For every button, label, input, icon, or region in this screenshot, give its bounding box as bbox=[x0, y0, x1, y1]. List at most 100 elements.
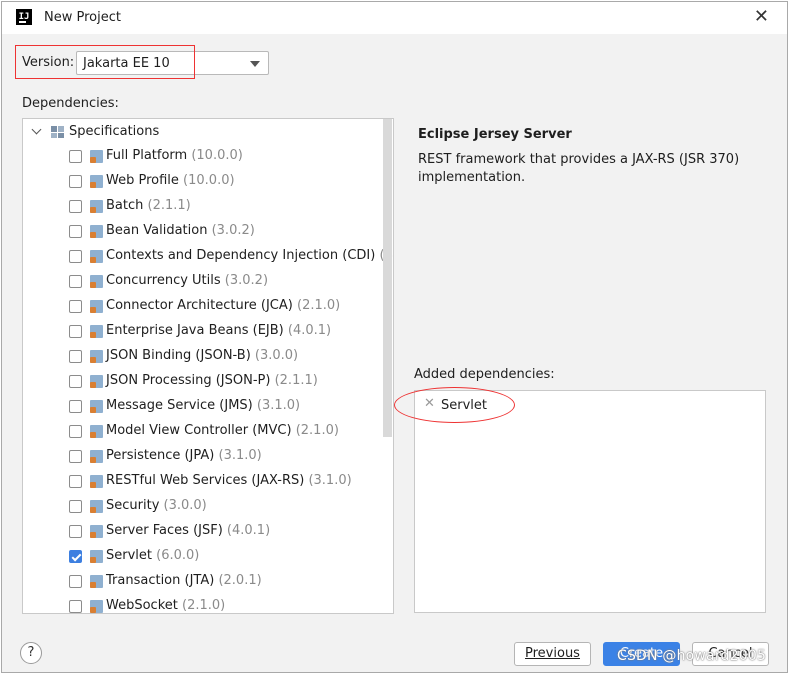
dependency-row[interactable]: Enterprise Java Beans (EJB) (4.0.1) bbox=[23, 322, 393, 344]
dependency-name: JSON Processing (JSON-P) bbox=[106, 373, 271, 388]
dependency-row[interactable]: RESTful Web Services (JAX-RS) (3.1.0) bbox=[23, 472, 393, 494]
dependency-version: (2.1.0) bbox=[295, 423, 339, 438]
dependency-name: Concurrency Utils bbox=[106, 273, 221, 288]
dependency-version: (3.0.2) bbox=[211, 223, 255, 238]
dependency-checkbox[interactable] bbox=[69, 300, 82, 313]
close-icon[interactable]: ✕ bbox=[754, 6, 769, 28]
dependency-name: Security bbox=[106, 498, 160, 513]
dependency-version: (2.1.1) bbox=[274, 373, 318, 388]
dependency-row[interactable]: Security (3.0.0) bbox=[23, 497, 393, 519]
chevron-down-icon[interactable] bbox=[31, 124, 42, 135]
chevron-down-icon bbox=[250, 61, 260, 67]
dependency-row[interactable]: Web Profile (10.0.0) bbox=[23, 172, 393, 194]
dependency-label: RESTful Web Services (JAX-RS) (3.1.0) bbox=[106, 473, 352, 488]
dependency-checkbox[interactable] bbox=[69, 225, 82, 238]
library-icon bbox=[90, 225, 103, 238]
dependency-label: Batch (2.1.1) bbox=[106, 198, 191, 213]
dependency-name: Transaction (JTA) bbox=[106, 573, 215, 588]
library-icon bbox=[90, 400, 103, 413]
dependency-name: JSON Binding (JSON-B) bbox=[106, 348, 251, 363]
dependency-row[interactable]: Transaction (JTA) (2.0.1) bbox=[23, 572, 393, 594]
dependency-name: Model View Controller (MVC) bbox=[106, 423, 292, 438]
dependency-checkbox[interactable] bbox=[69, 475, 82, 488]
dependency-version: (4.0.1) bbox=[287, 323, 332, 338]
dependency-row[interactable]: Contexts and Dependency Injection (CDI) … bbox=[23, 247, 393, 269]
detail-description: REST framework that provides a JAX-RS (J… bbox=[418, 152, 740, 185]
tree-node-label: Specifications bbox=[69, 124, 160, 139]
dependency-version: (10.0.0) bbox=[183, 173, 235, 188]
dependency-version: (2.1.0) bbox=[182, 598, 226, 613]
dependency-checkbox[interactable] bbox=[69, 500, 82, 513]
title-bar: IJ New Project ✕ bbox=[2, 2, 787, 34]
dependency-row[interactable]: Server Faces (JSF) (4.0.1) bbox=[23, 522, 393, 544]
dependencies-tree[interactable]: Specifications Full Platform (10.0.0) Web… bbox=[22, 118, 394, 614]
dependency-row[interactable]: Persistence (JPA) (3.1.0) bbox=[23, 447, 393, 469]
dependency-label: Connector Architecture (JCA) (2.1.0) bbox=[106, 298, 340, 313]
dependency-row[interactable]: Servlet (6.0.0) bbox=[23, 547, 393, 569]
dependency-row[interactable]: WebSocket (2.1.0) bbox=[23, 597, 393, 613]
dependency-checkbox[interactable] bbox=[69, 275, 82, 288]
dependency-name: Bean Validation bbox=[106, 223, 208, 238]
library-icon bbox=[90, 550, 103, 563]
dependency-version: (6.0.0) bbox=[156, 548, 200, 563]
tree-node-specifications[interactable]: Specifications bbox=[23, 122, 383, 144]
dependency-label: Message Service (JMS) (3.1.0) bbox=[106, 398, 300, 413]
tree-scrollbar[interactable] bbox=[383, 119, 392, 437]
dependency-row[interactable]: Model View Controller (MVC) (2.1.0) bbox=[23, 422, 393, 444]
dependency-checkbox[interactable] bbox=[69, 575, 82, 588]
dependency-checkbox[interactable] bbox=[69, 350, 82, 363]
dependency-checkbox[interactable] bbox=[69, 250, 82, 263]
dependency-row[interactable]: JSON Binding (JSON-B) (3.0.0) bbox=[23, 347, 393, 369]
dependency-name: Batch bbox=[106, 198, 144, 213]
window-title: New Project bbox=[44, 10, 121, 25]
library-icon bbox=[90, 525, 103, 538]
dependency-checkbox[interactable] bbox=[69, 325, 82, 338]
dependency-checkbox[interactable] bbox=[69, 200, 82, 213]
library-icon bbox=[90, 425, 103, 438]
library-icon bbox=[90, 250, 103, 263]
dependency-checkbox[interactable] bbox=[69, 175, 82, 188]
watermark: CSDN @howard2005 bbox=[617, 648, 767, 664]
library-icon bbox=[90, 450, 103, 463]
dependency-name: RESTful Web Services (JAX-RS) bbox=[106, 473, 305, 488]
library-icon bbox=[90, 350, 103, 363]
dependency-label: Bean Validation (3.0.2) bbox=[106, 223, 255, 238]
dependency-row[interactable]: JSON Processing (JSON-P) (2.1.1) bbox=[23, 372, 393, 394]
dependency-row[interactable]: Connector Architecture (JCA) (2.1.0) bbox=[23, 297, 393, 319]
library-icon bbox=[90, 500, 103, 513]
dependency-checkbox[interactable] bbox=[69, 425, 82, 438]
dependency-row[interactable]: Bean Validation (3.0.2) bbox=[23, 222, 393, 244]
dependency-name: Server Faces (JSF) bbox=[106, 523, 223, 538]
dependency-checkbox[interactable] bbox=[69, 375, 82, 388]
dependency-label: Transaction (JTA) (2.0.1) bbox=[106, 573, 262, 588]
dependency-name: Servlet bbox=[106, 548, 152, 563]
dependency-row[interactable]: Concurrency Utils (3.0.2) bbox=[23, 272, 393, 294]
dependency-name: Web Profile bbox=[106, 173, 179, 188]
library-icon bbox=[90, 600, 103, 613]
dependency-version: (3.0.0) bbox=[163, 498, 207, 513]
dependency-checkbox[interactable] bbox=[69, 525, 82, 538]
help-button[interactable]: ? bbox=[20, 642, 42, 664]
dependency-row[interactable]: Full Platform (10.0.0) bbox=[23, 147, 393, 169]
dependency-label: Server Faces (JSF) (4.0.1) bbox=[106, 523, 270, 538]
dependency-checkbox[interactable] bbox=[69, 400, 82, 413]
dependencies-label: Dependencies: bbox=[22, 96, 119, 111]
library-icon bbox=[90, 275, 103, 288]
dependency-label: JSON Processing (JSON-P) (2.1.1) bbox=[106, 373, 318, 388]
folder-icon bbox=[51, 126, 65, 138]
dependency-row[interactable]: Batch (2.1.1) bbox=[23, 197, 393, 219]
dependency-checkbox[interactable] bbox=[69, 600, 82, 613]
previous-button[interactable]: Previous bbox=[514, 642, 591, 666]
library-icon bbox=[90, 325, 103, 338]
dependency-label: Web Profile (10.0.0) bbox=[106, 173, 235, 188]
dependency-checkbox[interactable] bbox=[69, 450, 82, 463]
annotation-ellipse bbox=[394, 387, 515, 423]
dependency-checkbox[interactable] bbox=[69, 150, 82, 163]
dependency-checkbox[interactable] bbox=[69, 550, 82, 563]
dependency-label: Servlet (6.0.0) bbox=[106, 548, 199, 563]
added-dependencies-label: Added dependencies: bbox=[414, 367, 555, 382]
dependency-version: (2.0.1) bbox=[218, 573, 262, 588]
dependency-version: (3.0.0) bbox=[254, 348, 299, 363]
dependency-version: (2.1.1) bbox=[147, 198, 191, 213]
dependency-row[interactable]: Message Service (JMS) (3.1.0) bbox=[23, 397, 393, 419]
